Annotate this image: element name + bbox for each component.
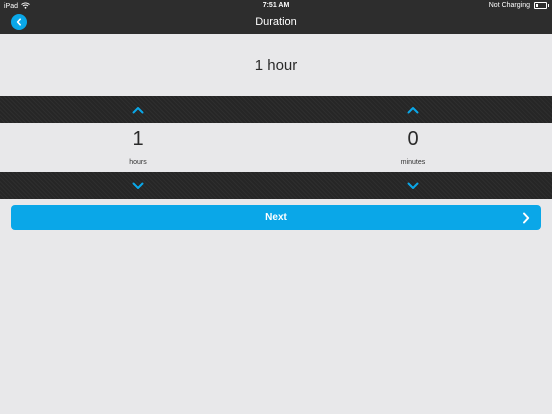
hours-value: 1 [132, 128, 144, 150]
chevron-up-icon [407, 101, 419, 119]
status-right: Not Charging [488, 2, 549, 9]
duration-picker: 1 hours 0 minutes [0, 123, 552, 172]
navigation-bar: Duration [0, 12, 552, 34]
increment-row [0, 96, 552, 123]
duration-summary-text: 1 hour [254, 56, 298, 74]
chevron-right-icon [522, 211, 530, 229]
charging-status: Not Charging [488, 2, 530, 9]
minutes-increment-button[interactable] [393, 96, 433, 123]
hours-increment-button[interactable] [118, 96, 158, 123]
minutes-value: 0 [407, 128, 419, 150]
status-bar: iPad 7:51 AM Not Charging [0, 0, 552, 12]
minutes-label: minutes [400, 159, 426, 166]
chevron-up-icon [132, 101, 144, 119]
page-title: Duration [255, 16, 297, 28]
minutes-column: 0 minutes [373, 123, 453, 166]
hours-column: 1 hours [98, 123, 178, 166]
decrement-row [0, 172, 552, 199]
status-time: 7:51 AM [262, 2, 290, 9]
minutes-decrement-button[interactable] [393, 172, 433, 199]
duration-summary: 1 hour [0, 34, 552, 96]
next-button-label: Next [265, 212, 287, 223]
hours-label: hours [129, 159, 147, 166]
hours-decrement-button[interactable] [118, 172, 158, 199]
chevron-down-icon [407, 177, 419, 195]
battery-icon [534, 2, 549, 9]
chevron-down-icon [132, 177, 144, 195]
next-button[interactable]: Next [11, 205, 541, 230]
